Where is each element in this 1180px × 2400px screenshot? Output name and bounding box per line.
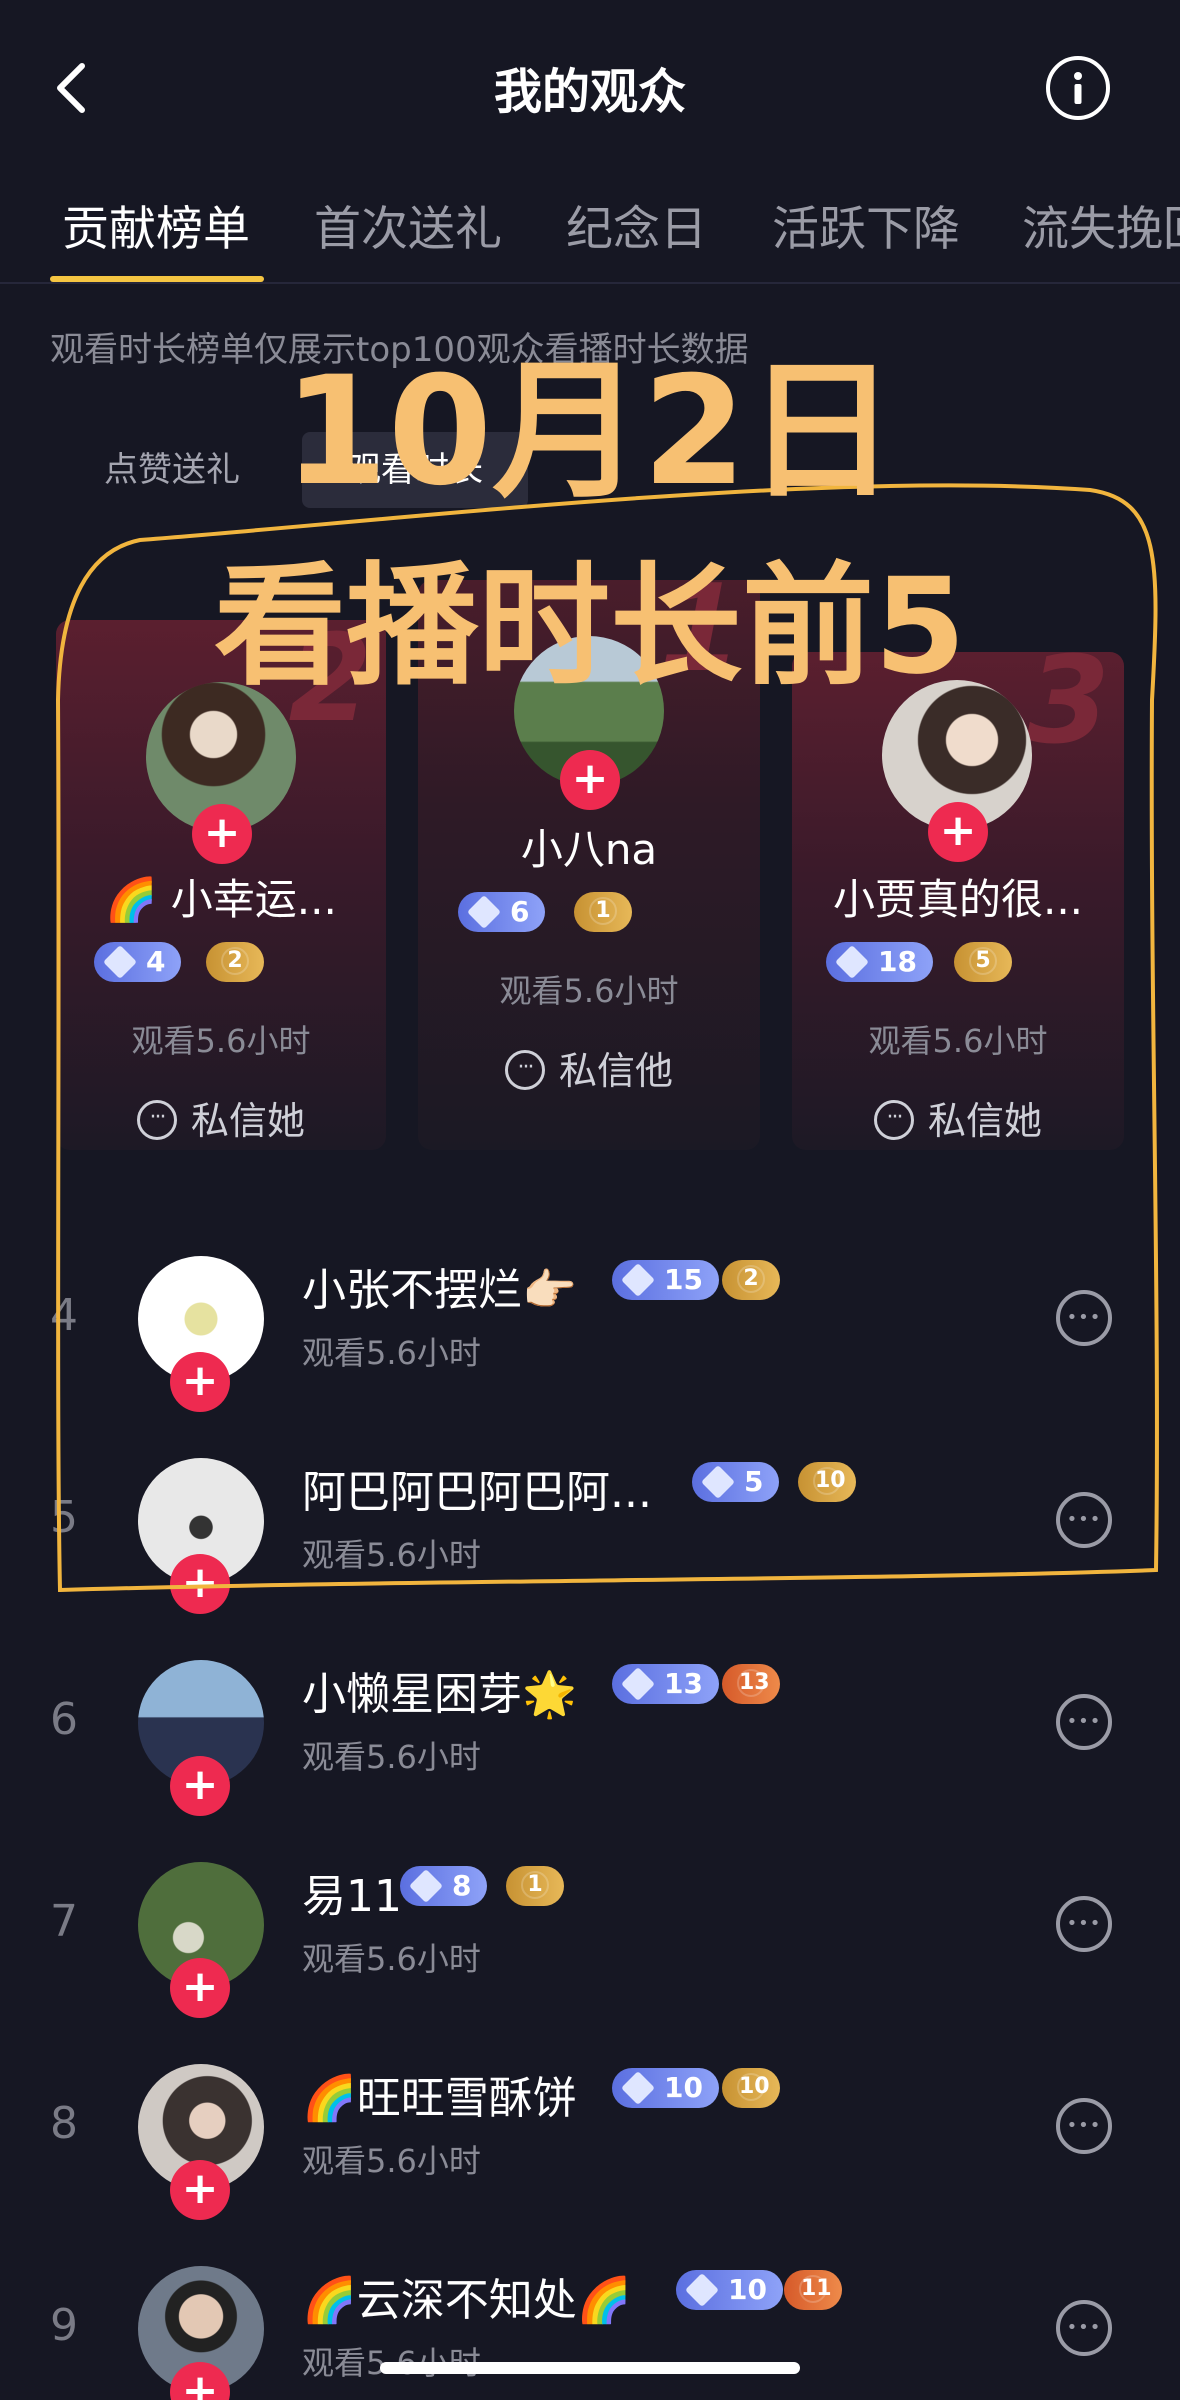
annotation-date: 10月2日 xyxy=(283,345,897,519)
home-indicator xyxy=(380,2362,800,2374)
annotation-caption: 看播时长前5 xyxy=(214,550,966,704)
